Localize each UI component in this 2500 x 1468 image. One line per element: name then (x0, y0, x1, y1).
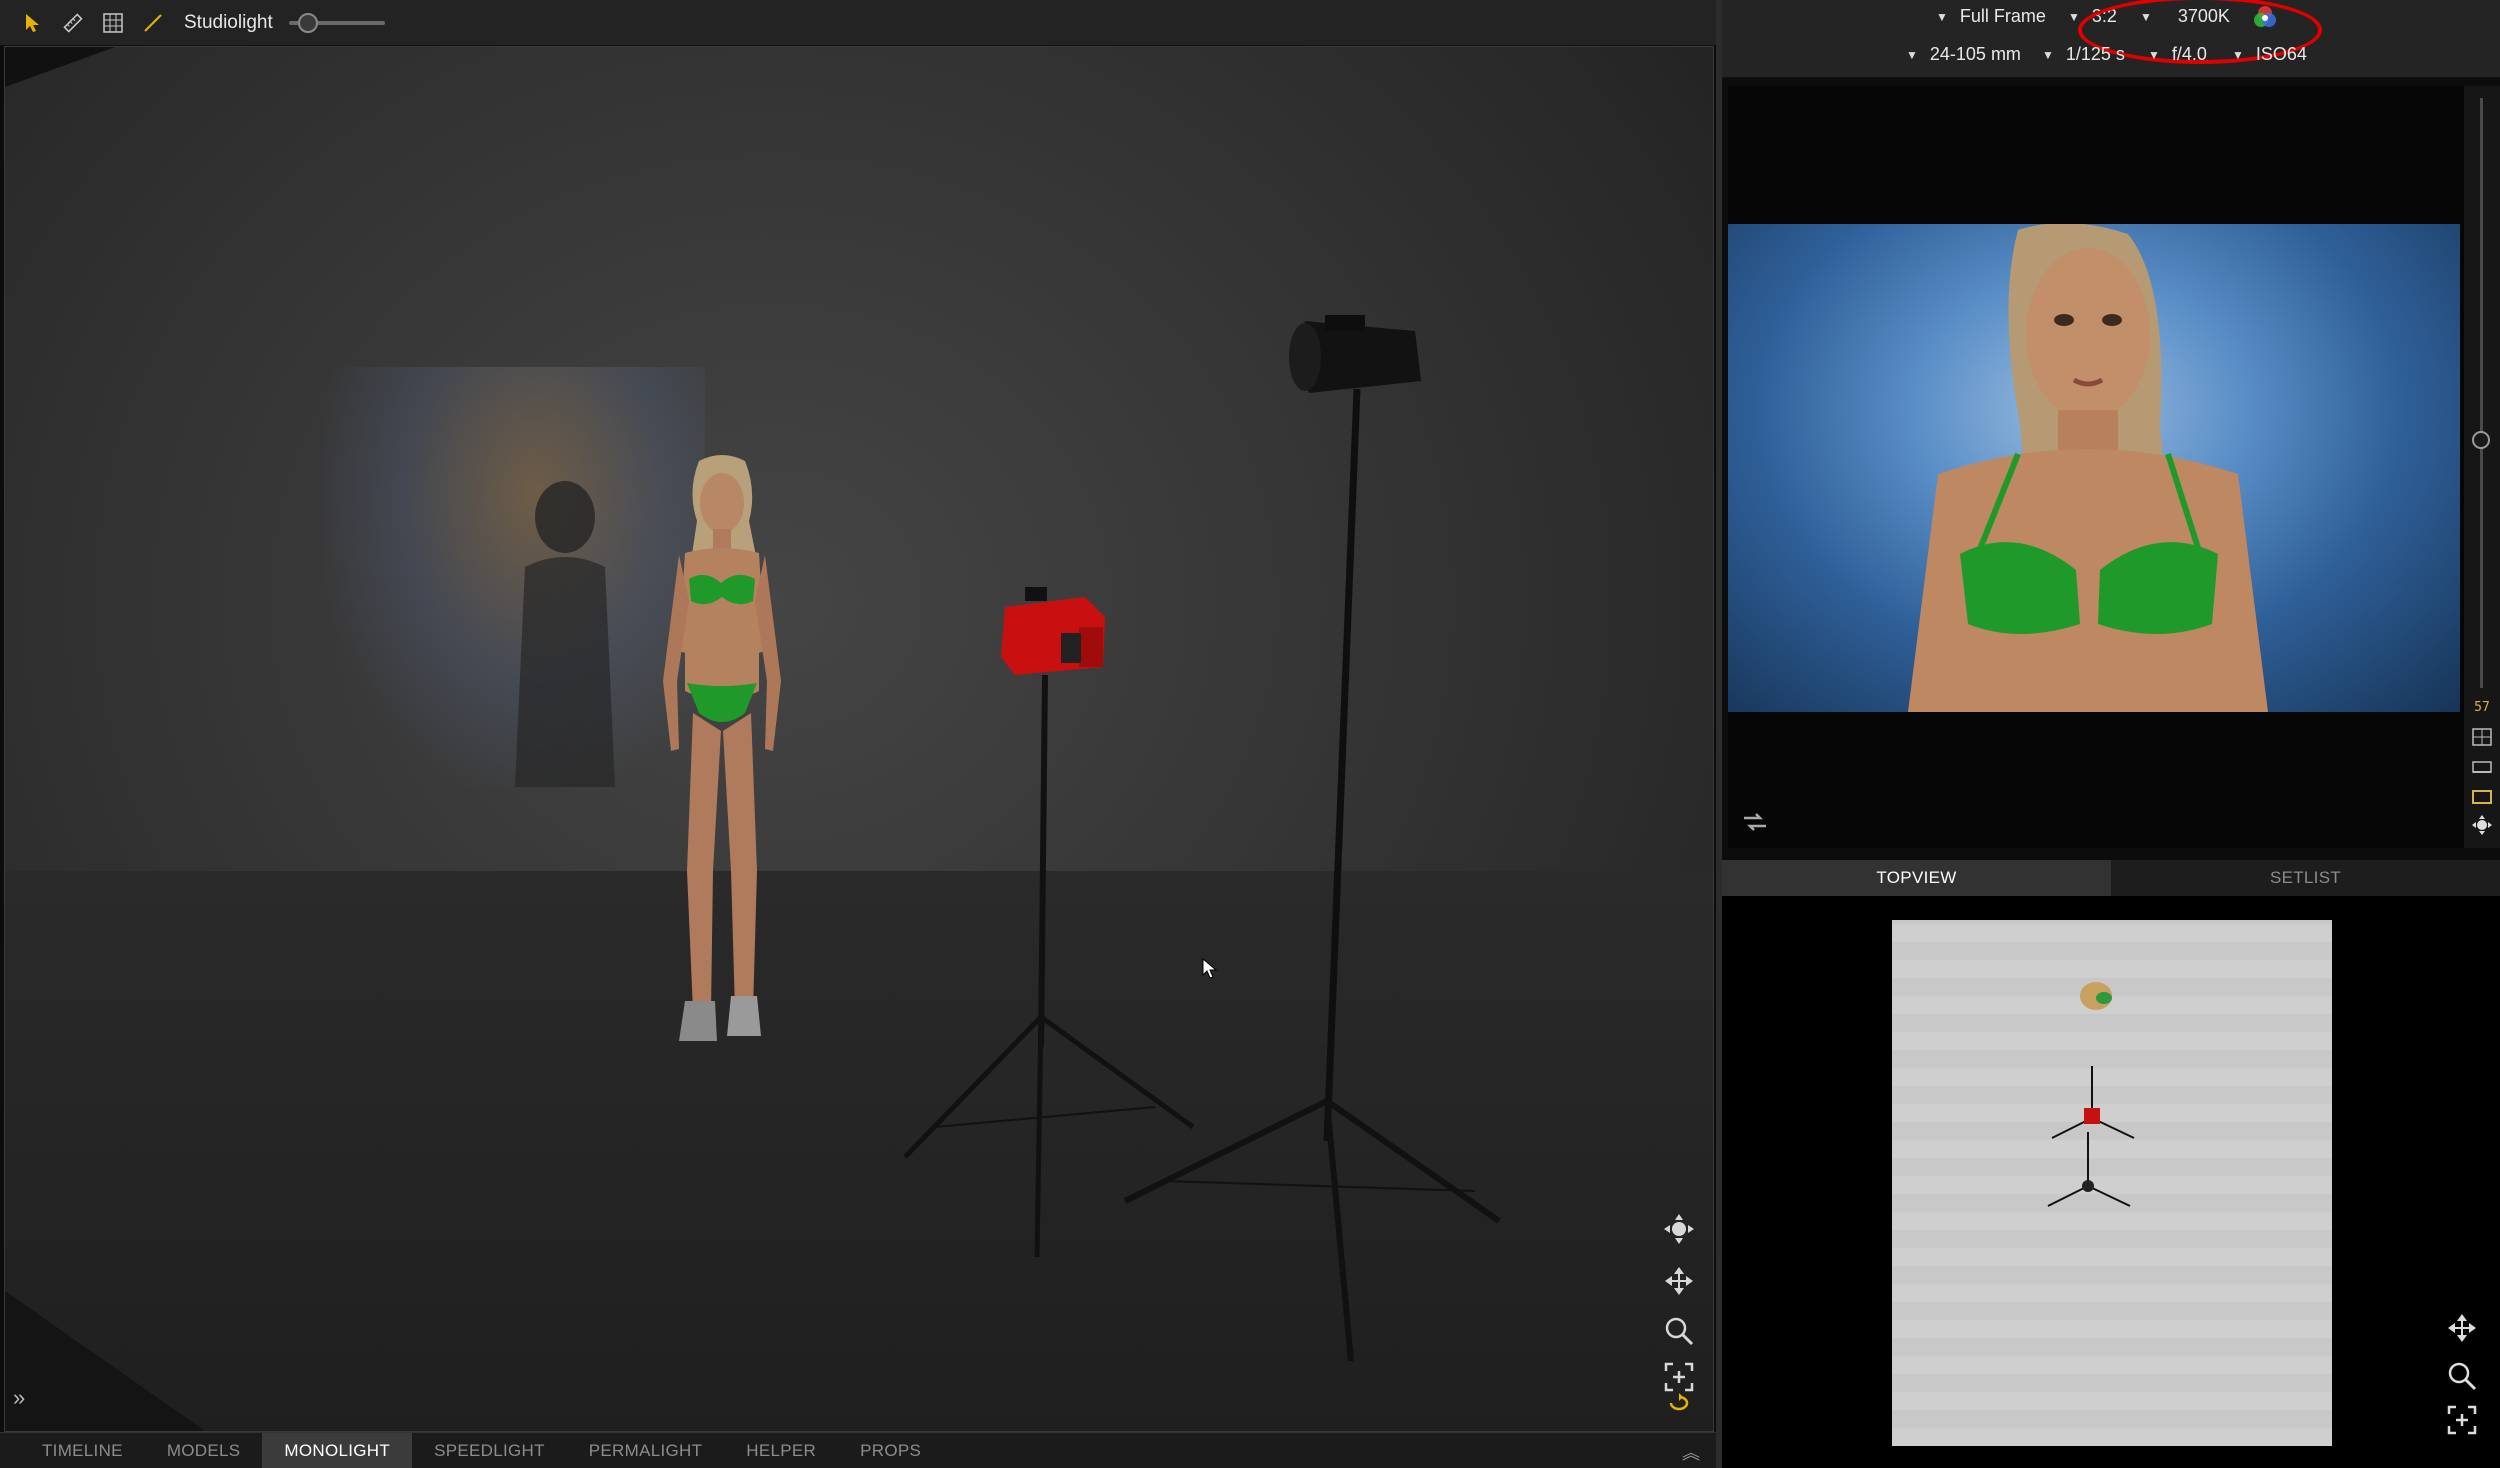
tab-label: HELPER (746, 1440, 817, 1460)
tab-label: SPEEDLIGHT (434, 1440, 545, 1460)
line-icon[interactable] (134, 4, 172, 42)
preview-render-image (1728, 224, 2460, 712)
aperture-dropdown[interactable]: ▼ f/4.0 (2148, 44, 2207, 65)
collapse-tabs-icon[interactable]: ︽ (1682, 1439, 1700, 1465)
topview-tabs: TOPVIEW SETLIST (1722, 860, 2500, 896)
iso-value: ISO64 (2255, 44, 2307, 64)
model-shadow (515, 481, 615, 787)
pan-icon[interactable] (1659, 1261, 1699, 1301)
topview-panel (1722, 896, 2500, 1468)
grid-overlay-icon[interactable] (2470, 726, 2494, 748)
grid-icon[interactable] (94, 4, 132, 42)
orbit-icon[interactable] (2470, 814, 2494, 836)
swap-view-icon[interactable] (1740, 810, 1770, 834)
topview-map[interactable] (1892, 920, 2332, 1446)
light-intensity-slider[interactable] (288, 12, 385, 33)
chevron-down-icon: ▼ (2068, 9, 2080, 24)
room-corner (5, 47, 115, 87)
tab-label: PROPS (860, 1440, 922, 1460)
tab-props[interactable]: PROPS (838, 1433, 943, 1468)
sensor-dropdown[interactable]: ▼ Full Frame (1936, 6, 2046, 27)
pan-icon[interactable] (2444, 1310, 2480, 1346)
orbit-icon[interactable] (1659, 1209, 1699, 1249)
lens-dropdown[interactable]: ▼ 24-105 mm (1906, 44, 2021, 65)
badge-text: 57 (2474, 699, 2490, 715)
tab-monolight[interactable]: MONOLIGHT (262, 1433, 413, 1468)
camera-preview[interactable] (1728, 86, 2464, 848)
camera-marker[interactable] (2051, 1066, 2135, 1139)
tab-timeline[interactable]: TIMELINE (20, 1433, 145, 1468)
focus-slider-track[interactable] (2480, 98, 2483, 688)
focus-slider-handle[interactable] (2472, 431, 2490, 450)
zoom-icon[interactable] (1659, 1311, 1699, 1351)
tab-setlist[interactable]: SETLIST (2111, 860, 2500, 896)
3d-viewport[interactable]: » (4, 46, 1714, 1432)
tab-label: TIMELINE (42, 1440, 123, 1460)
mode-label: Studiolight (184, 11, 273, 33)
tab-helper[interactable]: HELPER (724, 1433, 838, 1468)
slider-handle[interactable] (297, 12, 318, 33)
tab-speedlight[interactable]: SPEEDLIGHT (412, 1433, 567, 1468)
histogram-icon[interactable] (2470, 756, 2494, 778)
camera-settings-bar: ▼ Full Frame ▼ 3:2 ▼ 3700K ▼ 24-105 mm ▼ (1722, 0, 2500, 78)
chevron-down-icon: ▼ (2148, 47, 2160, 62)
chevron-down-icon: ▼ (1906, 47, 1918, 62)
chevron-down-icon: ▼ (1936, 9, 1948, 24)
ruler-icon[interactable] (54, 4, 92, 42)
tab-permalight[interactable]: PERMALIGHT (567, 1433, 725, 1468)
lens-value: 24-105 mm (1929, 44, 2021, 64)
shutter-value: 1/125 s (2065, 44, 2125, 64)
tab-label: SETLIST (2269, 868, 2342, 887)
viewport-toolbar: Studiolight (0, 0, 1716, 46)
tab-topview[interactable]: TOPVIEW (1722, 860, 2111, 896)
tab-label: TOPVIEW (1876, 868, 1957, 887)
mouse-cursor (1202, 957, 1218, 979)
light-type-tabs: TIMELINE MODELS MONOLIGHT SPEEDLIGHT PER… (0, 1432, 1716, 1468)
frame-guide-icon[interactable] (2470, 786, 2494, 808)
model-figure[interactable] (627, 451, 817, 1051)
iso-dropdown[interactable]: ▼ ISO64 (2232, 44, 2307, 65)
frame-number-badge: 57 (2470, 696, 2494, 718)
fit-view-icon[interactable] (2444, 1402, 2480, 1438)
tab-models[interactable]: MODELS (145, 1433, 263, 1468)
room-corner (5, 1291, 205, 1431)
reset-view-icon[interactable] (1659, 1389, 1699, 1419)
chevron-down-icon: ▼ (2232, 47, 2244, 62)
aperture-value: f/4.0 (2171, 44, 2207, 64)
sensor-value: Full Frame (1959, 6, 2046, 26)
shutter-dropdown[interactable]: ▼ 1/125 s (2042, 44, 2125, 65)
tab-label: MODELS (166, 1440, 241, 1460)
chevron-down-icon: ▼ (2042, 47, 2054, 62)
tab-label: PERMALIGHT (588, 1440, 703, 1460)
pointer-icon[interactable] (14, 4, 52, 42)
preview-side-controls: 57 (2464, 86, 2500, 848)
tab-label: MONOLIGHT (284, 1440, 391, 1460)
zoom-icon[interactable] (2444, 1358, 2480, 1394)
monolight-on-stand[interactable] (1095, 301, 1515, 1381)
monolight-marker[interactable] (2047, 1132, 2131, 1207)
expand-panel-icon[interactable]: » (13, 1385, 25, 1411)
